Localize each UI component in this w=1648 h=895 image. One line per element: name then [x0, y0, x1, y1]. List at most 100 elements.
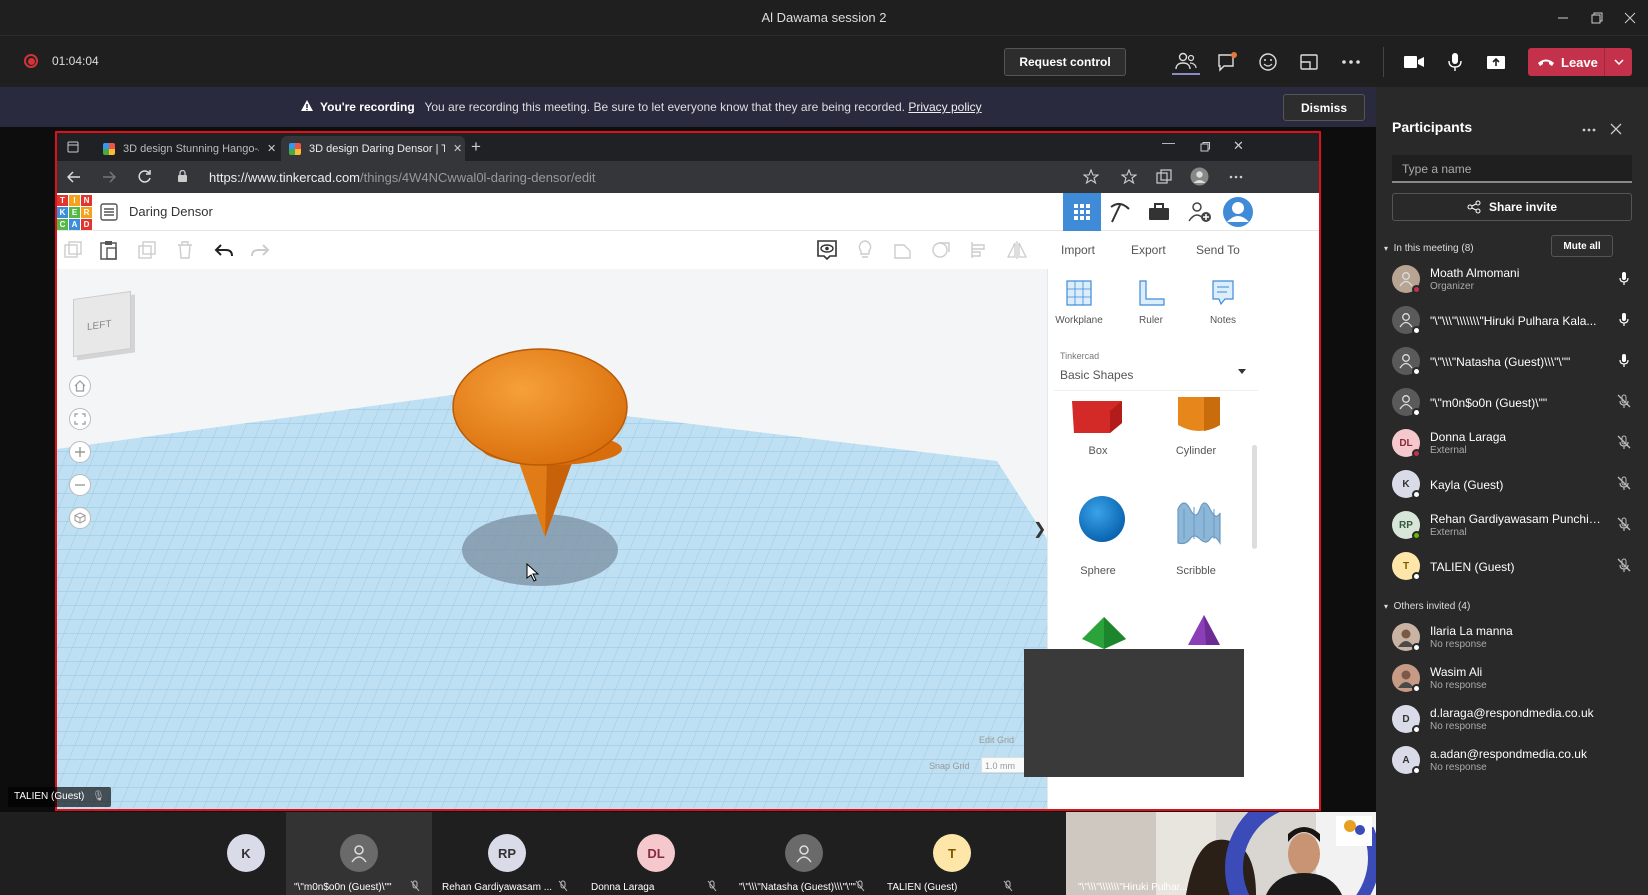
participant-row[interactable]: DL Donna Laraga External	[1392, 425, 1632, 461]
forward-icon[interactable]	[102, 170, 116, 184]
add-favorite-icon[interactable]	[1083, 169, 1099, 185]
delete-button[interactable]	[174, 239, 196, 261]
participant-row[interactable]: K Kayla (Guest)	[1392, 466, 1632, 502]
browser-tab[interactable]: 3D design Stunning Hango-Jofo ✕	[95, 136, 279, 161]
collapse-panel-icon[interactable]: ❯	[1033, 519, 1046, 539]
blocks-view-button[interactable]	[1101, 193, 1139, 231]
close-panel-icon[interactable]	[1610, 123, 1622, 135]
copy-button[interactable]	[62, 239, 84, 261]
perspective-button[interactable]	[69, 507, 91, 529]
3d-workplane-viewport[interactable]: LEFT ❯ Edit Grid Snap Grid 1.0 mm	[57, 269, 1047, 811]
align-button[interactable]	[968, 239, 990, 261]
participant-row[interactable]: "\"\\\"\\\\\\\"Hiruki Pulhara Kala...	[1392, 302, 1632, 338]
minimize-button[interactable]	[1548, 6, 1578, 30]
back-icon[interactable]	[67, 170, 81, 184]
notes-tool-button[interactable]	[854, 239, 876, 261]
browser-tab-active[interactable]: 3D design Daring Densor | Tinke ✕	[281, 136, 465, 161]
restore-button[interactable]	[1582, 6, 1612, 30]
leave-button[interactable]: Leave	[1528, 48, 1632, 76]
participant-row[interactable]: "\"m0n$o0n (Guest)\""	[1392, 384, 1632, 420]
group-button[interactable]	[892, 239, 914, 261]
shape-cylinder[interactable]	[1174, 397, 1224, 437]
edit-grid-button[interactable]: Edit Grid	[979, 735, 1014, 745]
more-actions-button[interactable]	[1337, 49, 1365, 75]
workplane-scene[interactable]	[57, 269, 1047, 811]
show-all-button[interactable]	[816, 239, 838, 261]
video-tile[interactable]: RP Rehan Gardiyawasam ...	[434, 812, 580, 895]
browser-menu-icon[interactable]	[1229, 175, 1243, 179]
browser-restore-icon[interactable]	[1200, 142, 1210, 152]
share-screen-button[interactable]	[1482, 49, 1510, 75]
close-tab-icon[interactable]: ✕	[267, 142, 276, 155]
privacy-policy-link[interactable]: Privacy policy	[908, 100, 981, 114]
shape-library-selector[interactable]: Tinkercad Basic Shapes	[1054, 345, 1258, 391]
mirror-button[interactable]	[1006, 239, 1028, 261]
reload-icon[interactable]	[137, 169, 152, 184]
browser-close-icon[interactable]: ✕	[1233, 138, 1244, 154]
reactions-button[interactable]	[1254, 49, 1282, 75]
export-button[interactable]: Export	[1131, 243, 1166, 257]
video-tile[interactable]: T TALIEN (Guest)	[879, 812, 1025, 895]
lock-icon[interactable]	[177, 170, 188, 183]
participant-row[interactable]: T TALIEN (Guest)	[1392, 548, 1632, 584]
shape-scribble[interactable]	[1172, 495, 1228, 547]
import-button[interactable]: Import	[1061, 243, 1095, 257]
video-tile[interactable]: K	[205, 812, 287, 895]
snap-grid-select[interactable]: 1.0 mm	[981, 757, 1029, 773]
share-invite-button[interactable]: Share invite	[1392, 193, 1632, 221]
more-options-icon[interactable]	[1582, 128, 1596, 132]
send-to-button[interactable]: Send To	[1196, 243, 1240, 257]
collections-icon[interactable]	[1156, 169, 1172, 185]
close-window-button[interactable]	[1615, 6, 1645, 30]
3d-design-view-button[interactable]	[1063, 193, 1101, 231]
in-meeting-section[interactable]: ▾ In this meeting (8)	[1384, 243, 1474, 254]
bricks-view-button[interactable]	[1140, 193, 1178, 231]
tab-actions-icon[interactable]	[67, 141, 79, 153]
ruler-tool[interactable]: Ruler	[1126, 279, 1176, 326]
participant-row[interactable]: "\"\\\"Natasha (Guest)\\\"\""	[1392, 343, 1632, 379]
fit-view-button[interactable]	[69, 408, 91, 430]
participant-row[interactable]: Moath Almomani Organizer	[1392, 261, 1632, 297]
workplane-tool[interactable]: Workplane	[1054, 279, 1104, 326]
shape-pyramid[interactable]	[1184, 615, 1224, 649]
chat-button[interactable]	[1213, 49, 1241, 75]
duplicate-button[interactable]	[136, 239, 158, 261]
redo-button[interactable]	[249, 239, 271, 261]
profile-icon[interactable]	[1190, 167, 1209, 186]
close-tab-icon[interactable]: ✕	[453, 142, 462, 155]
url-text[interactable]: https://www.tinkercad.com/things/4W4NCww…	[209, 170, 596, 185]
invite-user-button[interactable]	[1181, 193, 1219, 231]
video-tile[interactable]: "\"m0n$o0n (Guest)\""	[286, 812, 432, 895]
participants-button[interactable]	[1172, 49, 1200, 75]
browser-minimize-icon[interactable]: —	[1162, 135, 1175, 150]
undo-button[interactable]	[213, 239, 235, 261]
shape-roof[interactable]	[1078, 615, 1130, 649]
shape-sphere[interactable]	[1078, 495, 1126, 543]
dome-shape[interactable]	[452, 348, 628, 466]
invited-row[interactable]: Aa.adan@respondmedia.co.uk No response	[1392, 742, 1632, 778]
invited-row[interactable]: Ilaria La manna No response	[1392, 619, 1632, 655]
others-invited-section[interactable]: ▾ Others invited (4)	[1384, 601, 1470, 612]
camera-button[interactable]	[1400, 49, 1428, 75]
notes-tool[interactable]: Notes	[1198, 279, 1248, 326]
user-avatar-button[interactable]	[1219, 193, 1257, 231]
zoom-in-button[interactable]	[69, 441, 91, 463]
invited-row[interactable]: Wasim Ali No response	[1392, 660, 1632, 696]
design-name[interactable]: Daring Densor	[129, 204, 213, 219]
invited-row[interactable]: Dd.laraga@respondmedia.co.uk No response	[1392, 701, 1632, 737]
microphone-button[interactable]	[1441, 49, 1469, 75]
request-control-button[interactable]: Request control	[1004, 48, 1126, 76]
ungroup-button[interactable]	[930, 239, 952, 261]
new-tab-icon[interactable]: +	[471, 137, 481, 157]
participant-search-input[interactable]: Type a name	[1392, 155, 1632, 183]
paste-button[interactable]	[98, 239, 120, 261]
home-view-button[interactable]	[69, 375, 91, 397]
participant-row[interactable]: RP Rehan Gardiyawasam Punchihewa External	[1392, 507, 1632, 543]
rooms-button[interactable]	[1295, 49, 1323, 75]
view-cube[interactable]: LEFT	[73, 290, 131, 358]
mute-all-button[interactable]: Mute all	[1551, 235, 1613, 257]
video-tile[interactable]: DL Donna Laraga	[583, 812, 729, 895]
zoom-out-button[interactable]	[69, 474, 91, 496]
dismiss-button[interactable]: Dismiss	[1283, 94, 1365, 121]
favorites-icon[interactable]	[1121, 169, 1137, 185]
